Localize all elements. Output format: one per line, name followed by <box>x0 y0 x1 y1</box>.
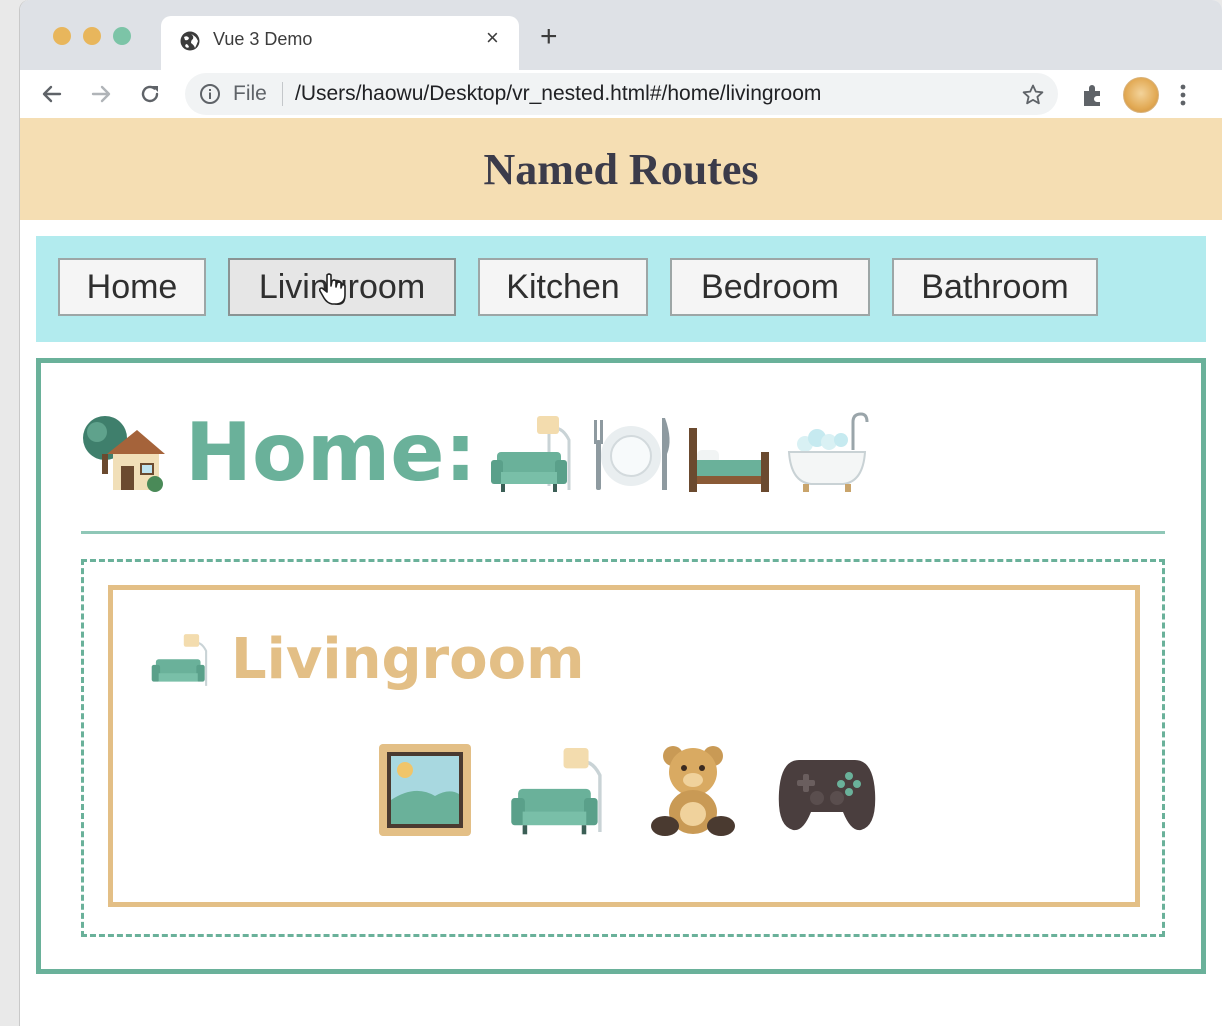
livingroom-view: Livingroom <box>108 585 1140 907</box>
bed-icon <box>688 428 769 492</box>
address-divider <box>282 82 283 106</box>
avatar[interactable] <box>1123 77 1159 113</box>
page-header: Named Routes <box>20 118 1222 220</box>
reload-button[interactable] <box>134 78 166 110</box>
house-with-garden-icon <box>83 416 165 492</box>
game-controller-icon <box>778 760 876 831</box>
room-items <box>375 740 877 840</box>
bathtub-icon <box>787 412 869 492</box>
couch-and-lamp-icon <box>490 416 571 492</box>
close-window-button[interactable] <box>53 27 71 45</box>
info-icon[interactable] <box>199 83 221 105</box>
forward-button[interactable] <box>85 78 117 110</box>
browser-window: Vue 3 Demo × + File /Users/haowu/Desktop… <box>20 0 1222 1026</box>
close-tab-icon[interactable]: × <box>486 25 499 51</box>
minimize-window-button[interactable] <box>83 27 101 45</box>
nav-button-home[interactable]: Home <box>58 258 206 316</box>
teddy-bear-icon <box>651 746 735 836</box>
back-button[interactable] <box>36 78 68 110</box>
new-tab-button[interactable]: + <box>540 22 558 52</box>
route-nav: Home Livingroom Kitchen Bedroom Bathroom <box>36 236 1206 342</box>
couch-and-lamp-icon <box>151 634 208 686</box>
home-title: Home: <box>185 406 477 499</box>
nav-button-kitchen[interactable]: Kitchen <box>478 258 648 316</box>
arrow-right-icon <box>91 85 111 103</box>
room-heading: Livingroom <box>149 630 584 690</box>
reload-icon <box>141 85 159 103</box>
arrow-left-icon <box>42 85 62 103</box>
globe-icon <box>180 31 200 51</box>
tab-title: Vue 3 Demo <box>213 29 313 49</box>
room-outlet: Livingroom <box>81 559 1165 937</box>
fork-knife-plate-icon <box>593 418 670 490</box>
home-view: Home: Livingroom <box>36 358 1206 974</box>
hand-cursor-icon <box>318 273 346 305</box>
page-title: Named Routes <box>483 144 759 194</box>
page-content: Named Routes Home Livingroom Kitchen Bed… <box>20 118 1222 1026</box>
nav-button-bedroom[interactable]: Bedroom <box>670 258 870 316</box>
framed-picture-icon <box>379 744 471 836</box>
tab-strip: Vue 3 Demo × + <box>20 0 1222 70</box>
scheme-label: File <box>233 82 267 105</box>
address-bar[interactable]: File /Users/haowu/Desktop/vr_nested.html… <box>185 73 1058 115</box>
room-title: Livingroom <box>231 627 585 692</box>
home-heading: Home: <box>81 408 881 498</box>
star-icon[interactable] <box>1021 83 1045 107</box>
home-divider <box>81 531 1165 534</box>
couch-and-lamp-icon <box>511 747 602 835</box>
zoom-window-button[interactable] <box>113 27 131 45</box>
nav-button-bathroom[interactable]: Bathroom <box>892 258 1098 316</box>
puzzle-icon[interactable] <box>1080 82 1106 108</box>
more-vert-icon[interactable] <box>1178 82 1188 108</box>
tab-vue-demo[interactable]: Vue 3 Demo × <box>161 16 519 70</box>
browser-toolbar: File /Users/haowu/Desktop/vr_nested.html… <box>20 70 1222 118</box>
url-text[interactable]: /Users/haowu/Desktop/vr_nested.html#/hom… <box>295 82 821 106</box>
